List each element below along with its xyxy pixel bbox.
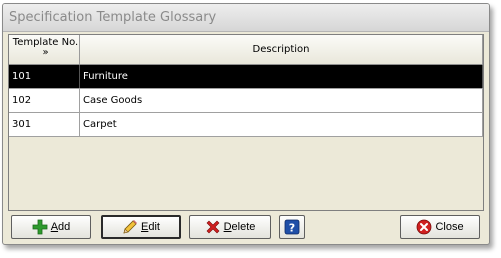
grid-header: Template No. » Description [9,35,483,65]
add-label-rest: dd [58,221,71,233]
window-title: Specification Template Glossary [9,10,217,25]
close-button-label: Close [435,221,464,233]
close-button[interactable]: Close [400,215,480,239]
help-question-icon: ? [284,219,300,235]
column-header-template-no[interactable]: Template No. » [9,35,80,64]
edit-label-rest: dit [148,221,160,233]
add-button-label: Add [51,221,71,233]
add-accel-key: A [50,221,59,233]
close-circle-icon [416,219,432,235]
pencil-icon [122,219,138,235]
delete-x-icon [205,219,221,235]
column-header-description[interactable]: Description [80,35,483,64]
delete-button-label: Delete [224,221,256,233]
glossary-window: Specification Template Glossary Template… [2,3,490,245]
cell-description: Furniture [80,65,483,88]
svg-text:?: ? [289,222,295,235]
plus-icon [32,219,48,235]
cell-description: Case Goods [80,89,483,112]
cell-description: Carpet [80,113,483,136]
sort-indicator-icon: » [42,47,49,58]
table-row[interactable]: 301 Carpet [9,113,483,137]
add-button[interactable]: Add [11,215,91,239]
help-button[interactable]: ? [279,215,305,239]
table-row[interactable]: 102 Case Goods [9,89,483,113]
table-row[interactable]: 101 Furniture [9,65,483,89]
title-bar[interactable]: Specification Template Glossary [3,4,489,32]
grid-rows: 101 Furniture 102 Case Goods 301 Carpet [9,65,483,137]
edit-button[interactable]: Edit [101,215,181,239]
cell-template-no: 301 [9,113,80,136]
delete-button[interactable]: Delete [189,215,271,239]
edit-button-label: Edit [141,221,160,233]
cell-template-no: 101 [9,65,80,88]
cell-template-no: 102 [9,89,80,112]
delete-label-rest: elete [231,221,256,233]
delete-accel-key: D [223,221,232,233]
template-grid: Template No. » Description 101 Furniture… [8,34,484,211]
